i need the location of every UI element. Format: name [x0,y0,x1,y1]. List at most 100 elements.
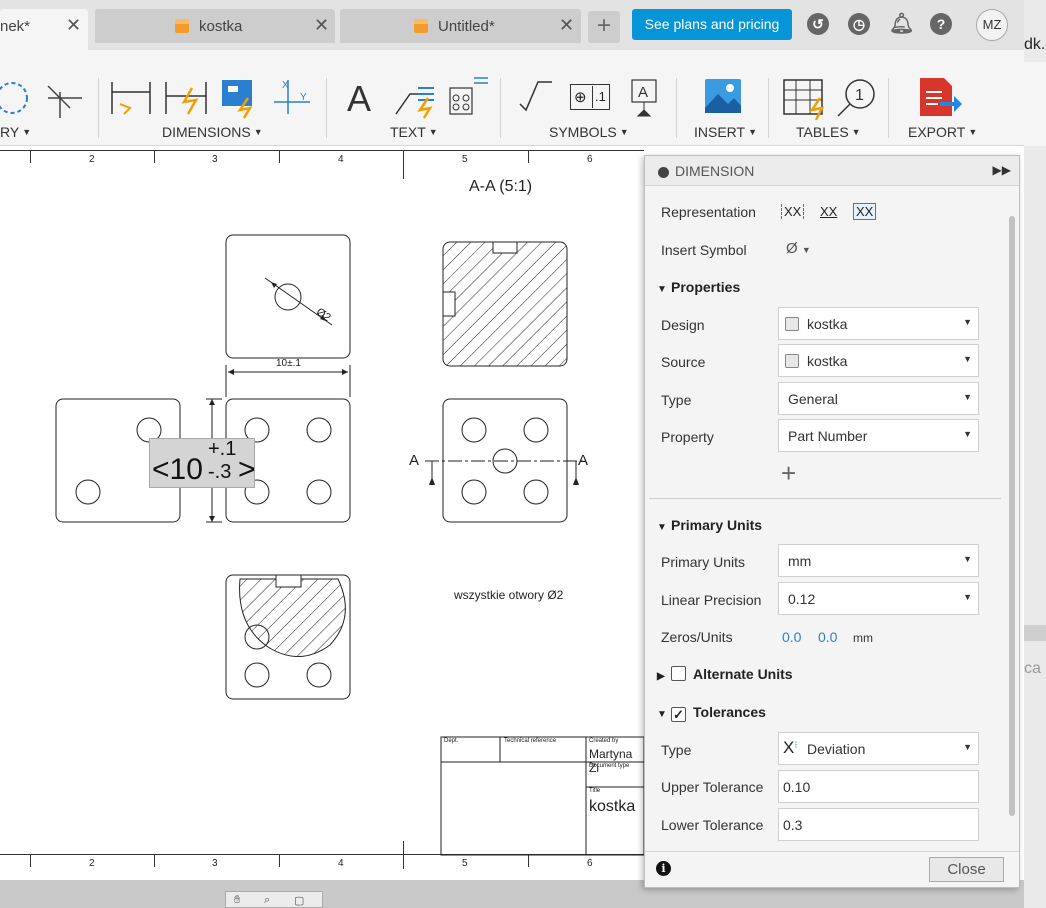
section-title: A-A (5:1) [469,178,533,195]
close-icon[interactable]: ✕ [314,15,329,36]
geometry-tools-icon[interactable] [0,78,90,118]
insert-symbol-label: Insert Symbol [661,242,747,258]
separator [98,78,99,138]
add-property-button[interactable]: + [781,458,796,489]
fit-icon[interactable]: ▢ [294,894,304,907]
surface-texture-icon[interactable] [518,78,554,114]
group-label[interactable]: EXPORT ▼ [908,124,977,140]
dimension-edit-box[interactable]: <10 +.1 -.3 > [149,438,256,488]
svg-text:X: X [282,80,289,91]
panel-scrollbar[interactable] [1009,216,1015,816]
upper-tolerance-label: Upper Tolerance [661,779,764,795]
tab-drawing[interactable]: nek* ✕ [0,9,88,50]
units-toggle[interactable]: mm [853,631,873,645]
zeros-leading-toggle[interactable]: 0.0 [782,629,801,645]
zeros-units-label: Zeros/Units [661,629,733,645]
separator [768,78,769,138]
design-select[interactable]: kostka ▼ [778,307,979,340]
app-window: { "tabs": [ {"label": "nek*", "active": … [0,0,1046,908]
tolerances-section[interactable]: ▼ ✓ Tolerances [657,704,766,722]
upper-tolerance-input[interactable]: 0.10 [778,770,979,803]
sync-icon[interactable]: ↺ [807,13,829,35]
table-tools-icon[interactable]: 1 [782,76,882,120]
expand-icon[interactable]: ▶▶ [993,163,1011,177]
plans-pricing-button[interactable]: See plans and pricing [632,9,792,40]
avatar[interactable]: MZ [976,9,1008,41]
tb-techref-label: Technical reference [504,738,557,744]
bg-text: dk. [1024,36,1046,53]
cube-icon [175,19,189,33]
dimension-tools-icon[interactable]: X Y [110,78,320,120]
svg-text:1: 1 [855,87,864,104]
feature-control-frame-icon[interactable]: ⊕ .1 [570,84,610,110]
panel-header[interactable]: DIMENSION ▶▶ [645,156,1019,186]
tab-label: nek* [0,18,31,35]
lower-tolerance-label: Lower Tolerance [661,817,764,833]
holes-note[interactable]: wszystkie otwory Ø2 [454,588,563,602]
lower-tolerance-input[interactable]: 0.3 [778,808,979,841]
bell-icon[interactable]: 🔔︎ [889,13,914,35]
tolerance-type-select[interactable]: X⁝ Deviation ▼ [778,732,979,765]
svg-text:Y: Y [300,92,307,103]
export-pdf-icon[interactable] [918,76,962,120]
dim-edit-upper[interactable]: +.1 [208,438,236,461]
primary-units-select[interactable]: mm ▼ [778,544,979,577]
dim-edit-lower[interactable]: -.3 [208,461,231,484]
insert-image-icon[interactable] [704,78,744,114]
group-label[interactable]: TABLES ▼ [796,124,861,140]
zoom-icon[interactable]: ⌕ [264,894,270,907]
insert-symbol-dropdown[interactable]: Ø ▼ [786,240,811,257]
collapse-icon[interactable] [658,167,669,178]
background-window: dk. ca [1024,0,1046,908]
alternate-units-section[interactable]: ▶ Alternate Units [657,666,793,682]
group-label[interactable]: DIMENSIONS ▼ [162,124,263,140]
section-view [442,241,568,367]
datum-icon[interactable]: A [630,78,660,120]
primary-units-section[interactable]: ▼ Primary Units [657,517,762,533]
type-select[interactable]: General ▼ [778,382,979,415]
tab-kostka[interactable]: kostka ✕ [95,9,335,43]
representation-option[interactable]: XX [852,203,877,220]
linear-precision-label: Linear Precision [661,592,762,608]
drawing-canvas[interactable]: 2 3 4 5 6 2 3 4 5 6 A-A (5:1) Ø2 10±.1 A… [0,147,644,880]
properties-section[interactable]: ▼ Properties [657,279,740,295]
tab-untitled[interactable]: Untitled* ✕ [340,9,581,43]
info-icon[interactable]: i [656,861,671,876]
tb-created-label: Created by [589,738,619,744]
representation-option[interactable]: XX [781,204,805,219]
group-label[interactable]: INSERT ▼ [694,124,757,140]
close-icon[interactable]: ✕ [66,15,81,36]
component-icon [785,317,799,331]
width-dimension[interactable]: 10±.1 [276,358,301,369]
representation-option[interactable]: XX [820,204,837,219]
dim-edit-value[interactable]: <10 [152,453,203,487]
section-marker-right: A [578,452,589,469]
primary-units-label: Primary Units [661,554,746,570]
navigation-bar[interactable]: ✋︎ ⌕ ▢ [225,891,323,908]
drawing-views[interactable] [0,147,644,880]
source-label: Source [661,354,706,370]
linear-precision-select[interactable]: 0.12 ▼ [778,582,979,615]
group-label[interactable]: TEXT ▼ [390,124,438,140]
group-label[interactable]: RY ▼ [0,124,31,140]
section-marker-left: A [409,452,420,469]
close-icon[interactable]: ✕ [559,15,574,36]
zeros-trailing-toggle[interactable]: 0.0 [818,629,837,645]
group-label[interactable]: SYMBOLS ▼ [549,124,629,140]
svg-text:A: A [638,84,648,101]
pan-icon[interactable]: ✋︎ [234,894,240,907]
alternate-units-checkbox[interactable] [671,666,686,681]
new-tab-button[interactable]: + [588,11,620,43]
dim-edit-close: > [238,453,256,486]
property-select[interactable]: Part Number ▼ [778,419,979,452]
leader-text-icon[interactable] [392,74,492,120]
cube-icon [414,19,428,33]
help-icon[interactable]: ? [930,13,952,35]
close-button[interactable]: Close [929,857,1004,882]
tolerances-checkbox[interactable]: ✓ [671,707,686,722]
tolerance-type-label: Type [661,742,692,758]
clock-icon[interactable]: ◷ [848,13,870,35]
text-icon[interactable]: A [347,78,371,120]
source-select[interactable]: kostka ▼ [778,344,979,377]
tb-dept-label: Dept. [444,738,459,744]
